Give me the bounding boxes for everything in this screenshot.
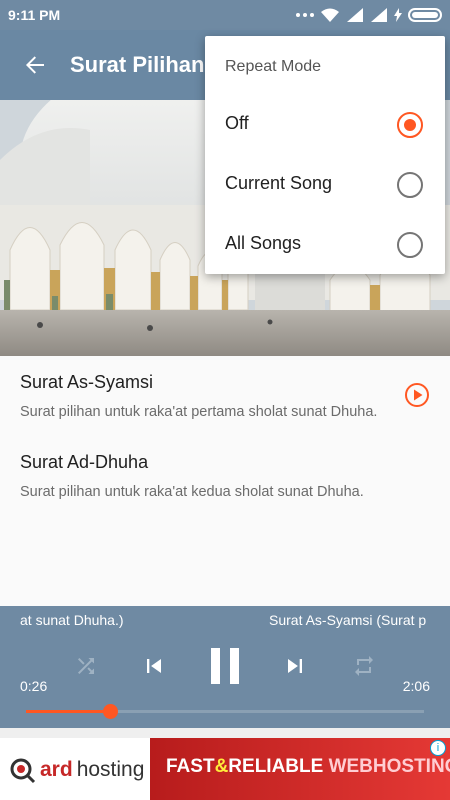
- ad-brand-part-b: hosting: [76, 758, 145, 781]
- current-time: 0:26: [20, 678, 48, 694]
- status-time: 9:11 PM: [8, 7, 61, 23]
- radio-button[interactable]: [397, 172, 423, 198]
- signal-icon: [371, 8, 387, 22]
- repeat-option-off[interactable]: Off: [205, 95, 445, 155]
- pause-icon: [211, 648, 239, 684]
- repeat-button[interactable]: [344, 646, 384, 686]
- surah-list: Surat As-Syamsi Surat pilihan untuk raka…: [0, 356, 450, 606]
- option-label: All Songs: [225, 233, 302, 253]
- back-button[interactable]: [0, 30, 70, 100]
- ad-brand-part-a: ard: [40, 758, 73, 781]
- ad-slogan-web: WEBHOSTING: [328, 756, 450, 777]
- signal-icon: [347, 8, 363, 22]
- marquee-text-head: Surat As-Syamsi (Surat p: [269, 612, 427, 628]
- radio-button[interactable]: [397, 232, 423, 258]
- marquee-text-tail: at sunat Dhuha.): [20, 612, 124, 628]
- now-playing-marquee: at sunat Dhuha.) Surat As-Syamsi (Surat …: [0, 612, 450, 632]
- play-circle-icon[interactable]: [404, 382, 430, 408]
- repeat-option-all-songs[interactable]: All Songs: [205, 215, 445, 275]
- ad-logo-icon: [10, 758, 36, 784]
- surah-title: Surat Ad-Dhuha: [20, 452, 149, 472]
- repeat-mode-menu: Repeat Mode Off Current Song All Songs: [205, 36, 445, 274]
- wifi-icon: [321, 8, 339, 22]
- ad-slogan-fast: FAST: [166, 756, 215, 777]
- shuffle-button[interactable]: [66, 646, 106, 686]
- surah-subtitle: Surat pilihan untuk raka'at kedua sholat…: [20, 484, 364, 500]
- pause-button[interactable]: [200, 646, 250, 686]
- list-item[interactable]: Surat As-Syamsi Surat pilihan untuk raka…: [0, 356, 450, 436]
- ad-brand: ard hosting: [8, 756, 144, 784]
- charging-icon: [394, 8, 402, 22]
- ad-slogan: FAST&RELIABLE WEBHOSTING: [166, 756, 450, 778]
- seek-bar[interactable]: [26, 704, 424, 719]
- back-arrow-icon: [26, 56, 44, 74]
- ad-slogan-reliable: RELIABLE: [228, 756, 324, 777]
- shuffle-icon: [78, 658, 94, 674]
- ad-banner[interactable]: ard hosting FAST&RELIABLE WEBHOSTING i: [0, 738, 450, 800]
- status-icons: [296, 7, 442, 23]
- surah-subtitle: Surat pilihan untuk raka'at pertama shol…: [20, 404, 378, 420]
- media-player: at sunat Dhuha.) Surat As-Syamsi (Surat …: [0, 606, 450, 728]
- ad-info-icon[interactable]: i: [430, 740, 446, 756]
- status-bar: 9:11 PM: [0, 0, 450, 30]
- divider: [0, 728, 450, 738]
- skip-previous-icon: [147, 659, 161, 673]
- ad-slogan-amp: &: [214, 756, 229, 777]
- repeat-option-current-song[interactable]: Current Song: [205, 155, 445, 215]
- list-item[interactable]: Surat Ad-Dhuha Surat pilihan untuk raka'…: [0, 436, 450, 516]
- next-button[interactable]: [275, 646, 315, 686]
- menu-title: Repeat Mode: [225, 58, 322, 75]
- previous-button[interactable]: [134, 646, 174, 686]
- radio-button[interactable]: [397, 112, 423, 138]
- seek-thumb[interactable]: [102, 704, 118, 719]
- page-title: Surat Pilihan: [70, 52, 205, 77]
- seek-progress: [26, 710, 110, 713]
- surah-title: Surat As-Syamsi: [20, 372, 154, 392]
- skip-next-icon: [288, 659, 302, 673]
- total-time: 2:06: [402, 678, 430, 694]
- battery-icon: [408, 8, 442, 22]
- option-label: Current Song: [225, 173, 333, 193]
- repeat-icon: [355, 656, 373, 676]
- notification-dots-icon: [296, 13, 314, 17]
- option-label: Off: [225, 113, 249, 133]
